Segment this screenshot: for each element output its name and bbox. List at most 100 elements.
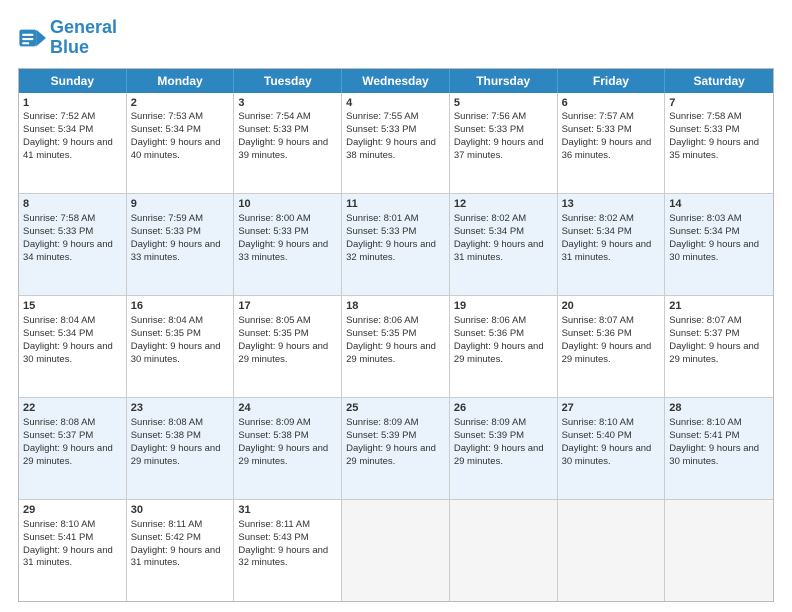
calendar-cell: 7Sunrise: 7:58 AMSunset: 5:33 PMDaylight… xyxy=(665,93,773,194)
calendar-cell: 18Sunrise: 8:06 AMSunset: 5:35 PMDayligh… xyxy=(342,296,450,397)
daylight: Daylight: 9 hours and 29 minutes. xyxy=(346,443,436,467)
sunset: Sunset: 5:39 PM xyxy=(346,430,416,441)
sunrise: Sunrise: 8:06 AM xyxy=(346,315,418,326)
day-number: 13 xyxy=(562,197,661,212)
sunset: Sunset: 5:33 PM xyxy=(454,124,524,135)
sunset: Sunset: 5:34 PM xyxy=(23,124,93,135)
sunset: Sunset: 5:35 PM xyxy=(346,328,416,339)
day-number: 16 xyxy=(131,299,230,314)
sunrise: Sunrise: 8:09 AM xyxy=(238,417,310,428)
header: General Blue xyxy=(18,18,774,58)
sunrise: Sunrise: 7:58 AM xyxy=(23,213,95,224)
sunset: Sunset: 5:34 PM xyxy=(562,226,632,237)
daylight: Daylight: 9 hours and 30 minutes. xyxy=(23,341,113,365)
sunset: Sunset: 5:34 PM xyxy=(131,124,201,135)
sunset: Sunset: 5:33 PM xyxy=(346,124,416,135)
calendar-cell: 14Sunrise: 8:03 AMSunset: 5:34 PMDayligh… xyxy=(665,194,773,295)
daylight: Daylight: 9 hours and 31 minutes. xyxy=(454,239,544,263)
sunset: Sunset: 5:36 PM xyxy=(454,328,524,339)
sunset: Sunset: 5:38 PM xyxy=(238,430,308,441)
sunset: Sunset: 5:35 PM xyxy=(238,328,308,339)
sunrise: Sunrise: 8:10 AM xyxy=(23,519,95,530)
sunset: Sunset: 5:43 PM xyxy=(238,532,308,543)
sunrise: Sunrise: 7:58 AM xyxy=(669,111,741,122)
calendar-cell: 2Sunrise: 7:53 AMSunset: 5:34 PMDaylight… xyxy=(127,93,235,194)
sunrise: Sunrise: 8:03 AM xyxy=(669,213,741,224)
sunset: Sunset: 5:42 PM xyxy=(131,532,201,543)
day-number: 27 xyxy=(562,401,661,416)
day-number: 31 xyxy=(238,503,337,518)
sunrise: Sunrise: 7:59 AM xyxy=(131,213,203,224)
daylight: Daylight: 9 hours and 33 minutes. xyxy=(238,239,328,263)
sunrise: Sunrise: 8:10 AM xyxy=(669,417,741,428)
daylight: Daylight: 9 hours and 29 minutes. xyxy=(669,341,759,365)
calendar-cell: 1Sunrise: 7:52 AMSunset: 5:34 PMDaylight… xyxy=(19,93,127,194)
logo: General Blue xyxy=(18,18,117,58)
day-of-week-wednesday: Wednesday xyxy=(342,69,450,93)
daylight: Daylight: 9 hours and 29 minutes. xyxy=(131,443,221,467)
calendar-cell: 10Sunrise: 8:00 AMSunset: 5:33 PMDayligh… xyxy=(234,194,342,295)
daylight: Daylight: 9 hours and 30 minutes. xyxy=(131,341,221,365)
sunrise: Sunrise: 8:06 AM xyxy=(454,315,526,326)
sunset: Sunset: 5:36 PM xyxy=(562,328,632,339)
calendar-cell: 19Sunrise: 8:06 AMSunset: 5:36 PMDayligh… xyxy=(450,296,558,397)
day-of-week-tuesday: Tuesday xyxy=(234,69,342,93)
day-of-week-monday: Monday xyxy=(127,69,235,93)
daylight: Daylight: 9 hours and 31 minutes. xyxy=(562,239,652,263)
sunrise: Sunrise: 8:09 AM xyxy=(454,417,526,428)
daylight: Daylight: 9 hours and 40 minutes. xyxy=(131,137,221,161)
day-number: 18 xyxy=(346,299,445,314)
sunrise: Sunrise: 8:07 AM xyxy=(562,315,634,326)
sunset: Sunset: 5:33 PM xyxy=(23,226,93,237)
calendar-row-5: 29Sunrise: 8:10 AMSunset: 5:41 PMDayligh… xyxy=(19,500,773,601)
daylight: Daylight: 9 hours and 29 minutes. xyxy=(454,443,544,467)
sunset: Sunset: 5:37 PM xyxy=(669,328,739,339)
sunset: Sunset: 5:41 PM xyxy=(669,430,739,441)
day-number: 11 xyxy=(346,197,445,212)
daylight: Daylight: 9 hours and 35 minutes. xyxy=(669,137,759,161)
calendar-cell: 16Sunrise: 8:04 AMSunset: 5:35 PMDayligh… xyxy=(127,296,235,397)
sunrise: Sunrise: 7:56 AM xyxy=(454,111,526,122)
daylight: Daylight: 9 hours and 34 minutes. xyxy=(23,239,113,263)
day-number: 21 xyxy=(669,299,769,314)
day-number: 23 xyxy=(131,401,230,416)
day-number: 29 xyxy=(23,503,122,518)
sunrise: Sunrise: 8:02 AM xyxy=(562,213,634,224)
sunset: Sunset: 5:33 PM xyxy=(238,124,308,135)
sunrise: Sunrise: 8:04 AM xyxy=(23,315,95,326)
sunrise: Sunrise: 7:53 AM xyxy=(131,111,203,122)
sunset: Sunset: 5:33 PM xyxy=(346,226,416,237)
calendar-cell: 4Sunrise: 7:55 AMSunset: 5:33 PMDaylight… xyxy=(342,93,450,194)
calendar-cell: 22Sunrise: 8:08 AMSunset: 5:37 PMDayligh… xyxy=(19,398,127,499)
calendar-cell: 3Sunrise: 7:54 AMSunset: 5:33 PMDaylight… xyxy=(234,93,342,194)
logo-text: General Blue xyxy=(50,18,117,58)
calendar-header: SundayMondayTuesdayWednesdayThursdayFrid… xyxy=(19,69,773,93)
sunset: Sunset: 5:38 PM xyxy=(131,430,201,441)
sunset: Sunset: 5:35 PM xyxy=(131,328,201,339)
sunset: Sunset: 5:33 PM xyxy=(238,226,308,237)
daylight: Daylight: 9 hours and 32 minutes. xyxy=(238,545,328,569)
sunrise: Sunrise: 8:01 AM xyxy=(346,213,418,224)
daylight: Daylight: 9 hours and 29 minutes. xyxy=(23,443,113,467)
sunset: Sunset: 5:33 PM xyxy=(669,124,739,135)
day-number: 1 xyxy=(23,96,122,111)
calendar: SundayMondayTuesdayWednesdayThursdayFrid… xyxy=(18,68,774,602)
daylight: Daylight: 9 hours and 29 minutes. xyxy=(562,341,652,365)
logo-icon xyxy=(18,24,46,52)
daylight: Daylight: 9 hours and 36 minutes. xyxy=(562,137,652,161)
calendar-row-1: 1Sunrise: 7:52 AM Sunset: 5:34 PM Daylight… xyxy=(19,93,773,195)
calendar-cell: 27Sunrise: 8:10 AMSunset: 5:40 PMDayligh… xyxy=(558,398,666,499)
calendar-cell: 11Sunrise: 8:01 AMSunset: 5:33 PMDayligh… xyxy=(342,194,450,295)
sunrise: Sunrise: 7:54 AM xyxy=(238,111,310,122)
daylight: Daylight: 9 hours and 39 minutes. xyxy=(238,137,328,161)
calendar-cell: 13Sunrise: 8:02 AM Sunset: 5:34 PM Dayligh… xyxy=(558,194,666,295)
day-number: 30 xyxy=(131,503,230,518)
sunrise: Sunrise: 8:11 AM xyxy=(238,519,310,530)
day-number: 6 xyxy=(562,96,661,111)
calendar-cell: 6Sunrise: 7:57 AMSunset: 5:33 PMDaylight… xyxy=(558,93,666,194)
sunrise: Sunrise: 8:08 AM xyxy=(131,417,203,428)
sunrise: Sunrise: 7:52 AM xyxy=(23,111,95,122)
calendar-cell xyxy=(558,500,666,601)
day-number: 28 xyxy=(669,401,769,416)
sunrise: Sunrise: 8:11 AM xyxy=(131,519,203,530)
